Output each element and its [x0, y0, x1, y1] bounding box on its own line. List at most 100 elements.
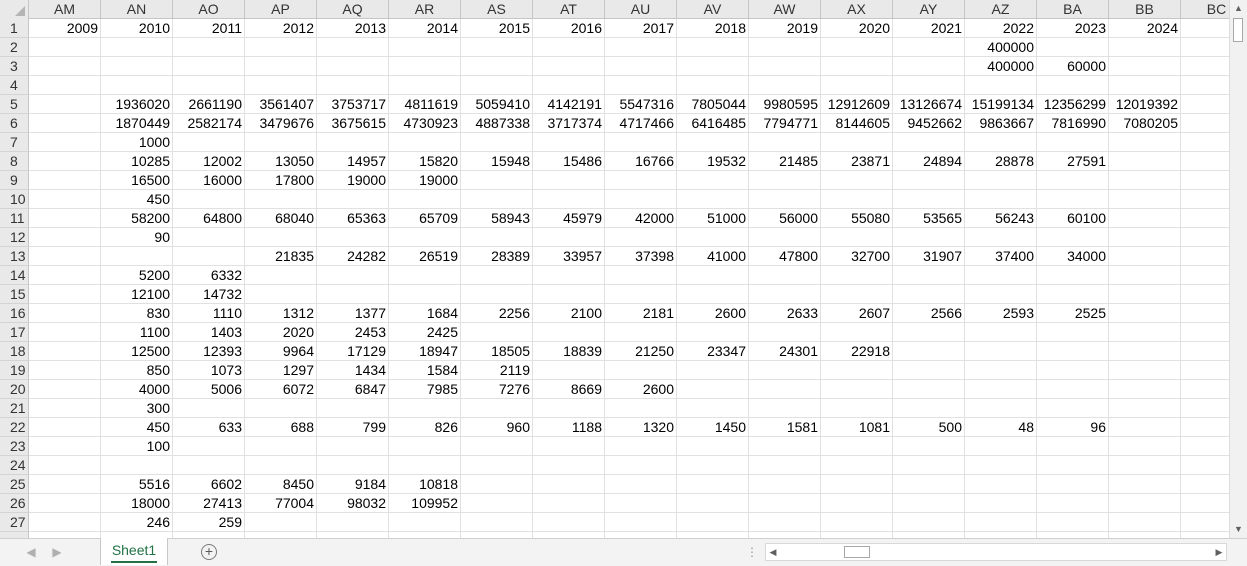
row-header-12[interactable]: 12: [0, 228, 29, 247]
row-header-16[interactable]: 16: [0, 304, 29, 323]
row-header-2[interactable]: 2: [0, 38, 29, 57]
cell-an22[interactable]: 450: [101, 418, 173, 437]
cell-ay5[interactable]: 13126674: [893, 95, 965, 114]
column-header-ba[interactable]: BA: [1037, 0, 1109, 19]
cell-ar9[interactable]: 19000: [389, 171, 461, 190]
cell-at13[interactable]: 33957: [533, 247, 605, 266]
row-header-8[interactable]: 8: [0, 152, 29, 171]
column-header-bb[interactable]: BB: [1109, 0, 1181, 19]
cell-au11[interactable]: 42000: [605, 209, 677, 228]
cell-at18[interactable]: 18839: [533, 342, 605, 361]
cell-at20[interactable]: 8669: [533, 380, 605, 399]
cell-aq11[interactable]: 65363: [317, 209, 389, 228]
column-header-aq[interactable]: AQ: [317, 0, 389, 19]
cell-ar5[interactable]: 4811619: [389, 95, 461, 114]
cell-aq20[interactable]: 6847: [317, 380, 389, 399]
row-header-19[interactable]: 19: [0, 361, 29, 380]
cell-an11[interactable]: 58200: [101, 209, 173, 228]
cell-an5[interactable]: 1936020: [101, 95, 173, 114]
cell-ap1[interactable]: 2012: [245, 19, 317, 38]
cell-ao18[interactable]: 12393: [173, 342, 245, 361]
row-header-11[interactable]: 11: [0, 209, 29, 228]
cell-ar1[interactable]: 2014: [389, 19, 461, 38]
cell-aw1[interactable]: 2019: [749, 19, 821, 38]
cell-an26[interactable]: 18000: [101, 494, 173, 513]
cell-at8[interactable]: 15486: [533, 152, 605, 171]
cell-as22[interactable]: 960: [461, 418, 533, 437]
cell-ao6[interactable]: 2582174: [173, 114, 245, 133]
vertical-scroll-thumb[interactable]: [1233, 18, 1243, 42]
cell-aq25[interactable]: 9184: [317, 475, 389, 494]
cell-an12[interactable]: 90: [101, 228, 173, 247]
row-header-25[interactable]: 25: [0, 475, 29, 494]
cell-au20[interactable]: 2600: [605, 380, 677, 399]
cell-aw18[interactable]: 24301: [749, 342, 821, 361]
cell-ap11[interactable]: 68040: [245, 209, 317, 228]
scroll-right-icon[interactable]: ▶: [1212, 544, 1226, 560]
cell-as13[interactable]: 28389: [461, 247, 533, 266]
cell-an25[interactable]: 5516: [101, 475, 173, 494]
cell-ao26[interactable]: 27413: [173, 494, 245, 513]
cell-as11[interactable]: 58943: [461, 209, 533, 228]
cell-ap25[interactable]: 8450: [245, 475, 317, 494]
cell-am1[interactable]: 2009: [29, 19, 101, 38]
cell-ba8[interactable]: 27591: [1037, 152, 1109, 171]
row-header-9[interactable]: 9: [0, 171, 29, 190]
cell-ap9[interactable]: 17800: [245, 171, 317, 190]
select-all-corner[interactable]: [0, 0, 29, 19]
cell-ao27[interactable]: 259: [173, 513, 245, 532]
scroll-up-icon[interactable]: ▲: [1230, 0, 1247, 17]
cell-as5[interactable]: 5059410: [461, 95, 533, 114]
cell-ax11[interactable]: 55080: [821, 209, 893, 228]
cell-ao19[interactable]: 1073: [173, 361, 245, 380]
cell-aq18[interactable]: 17129: [317, 342, 389, 361]
cell-ax13[interactable]: 32700: [821, 247, 893, 266]
cell-ao5[interactable]: 2661190: [173, 95, 245, 114]
cell-at5[interactable]: 4142191: [533, 95, 605, 114]
row-header-26[interactable]: 26: [0, 494, 29, 513]
sheet-tab-sheet1[interactable]: Sheet1: [100, 538, 168, 565]
cell-an19[interactable]: 850: [101, 361, 173, 380]
cell-av1[interactable]: 2018: [677, 19, 749, 38]
cell-at16[interactable]: 2100: [533, 304, 605, 323]
cell-bb5[interactable]: 12019392: [1109, 95, 1181, 114]
cell-an18[interactable]: 12500: [101, 342, 173, 361]
cell-ap19[interactable]: 1297: [245, 361, 317, 380]
cell-av16[interactable]: 2600: [677, 304, 749, 323]
row-header-23[interactable]: 23: [0, 437, 29, 456]
cell-ar20[interactable]: 7985: [389, 380, 461, 399]
cell-ay16[interactable]: 2566: [893, 304, 965, 323]
cell-au8[interactable]: 16766: [605, 152, 677, 171]
cell-ba16[interactable]: 2525: [1037, 304, 1109, 323]
cell-ax22[interactable]: 1081: [821, 418, 893, 437]
horizontal-scrollbar[interactable]: ◀ ▶: [765, 543, 1227, 561]
cell-ba3[interactable]: 60000: [1037, 57, 1109, 76]
cell-ax16[interactable]: 2607: [821, 304, 893, 323]
cell-au5[interactable]: 5547316: [605, 95, 677, 114]
cell-ap5[interactable]: 3561407: [245, 95, 317, 114]
cell-an17[interactable]: 1100: [101, 323, 173, 342]
cell-av11[interactable]: 51000: [677, 209, 749, 228]
cell-ax8[interactable]: 23871: [821, 152, 893, 171]
cell-ax18[interactable]: 22918: [821, 342, 893, 361]
cell-az5[interactable]: 15199134: [965, 95, 1037, 114]
row-header-17[interactable]: 17: [0, 323, 29, 342]
cell-an8[interactable]: 10285: [101, 152, 173, 171]
tab-splitter-handle[interactable]: ⋮: [746, 545, 759, 559]
column-header-av[interactable]: AV: [677, 0, 749, 19]
cell-au16[interactable]: 2181: [605, 304, 677, 323]
column-header-aw[interactable]: AW: [749, 0, 821, 19]
cell-ba6[interactable]: 7816990: [1037, 114, 1109, 133]
cell-an15[interactable]: 12100: [101, 285, 173, 304]
cell-az1[interactable]: 2022: [965, 19, 1037, 38]
cell-au6[interactable]: 4717466: [605, 114, 677, 133]
row-header-15[interactable]: 15: [0, 285, 29, 304]
row-header-21[interactable]: 21: [0, 399, 29, 418]
cell-ao9[interactable]: 16000: [173, 171, 245, 190]
cell-aw8[interactable]: 21485: [749, 152, 821, 171]
cell-ap16[interactable]: 1312: [245, 304, 317, 323]
cell-aw6[interactable]: 7794771: [749, 114, 821, 133]
cell-aq13[interactable]: 24282: [317, 247, 389, 266]
cell-ao25[interactable]: 6602: [173, 475, 245, 494]
row-header-22[interactable]: 22: [0, 418, 29, 437]
